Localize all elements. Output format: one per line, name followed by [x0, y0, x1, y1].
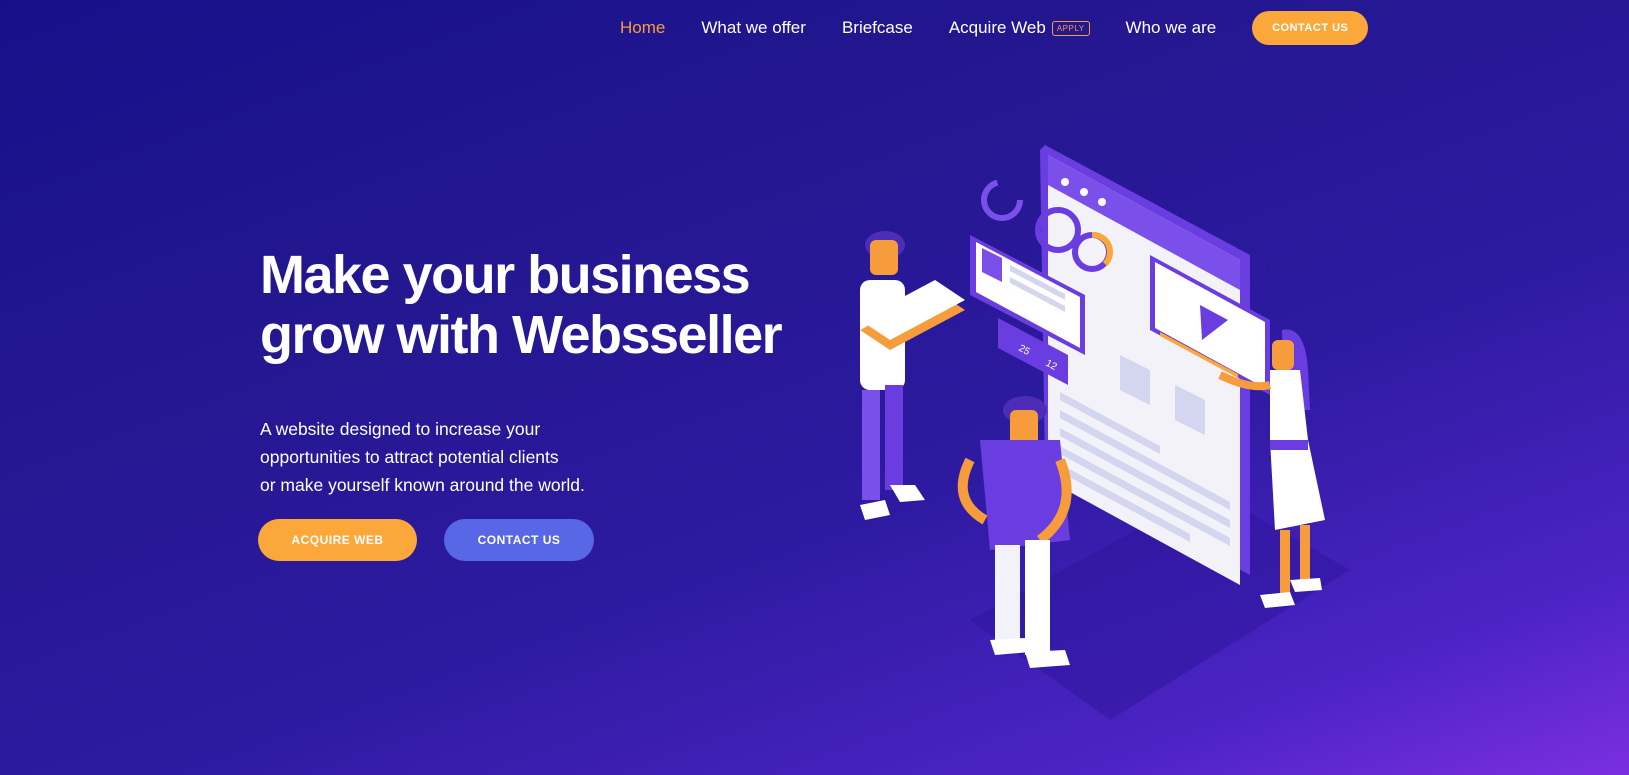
hero-section: Make your business grow with Websseller … — [258, 245, 820, 561]
contact-us-button[interactable]: CONTACT US — [444, 519, 594, 561]
nav-acquire-web-label: Acquire Web — [948, 18, 1046, 37]
nav-who-we-are[interactable]: Who we are — [1126, 18, 1217, 38]
nav-home[interactable]: Home — [620, 18, 665, 38]
top-nav: Home What we offer Briefcase Acquire Web… — [620, 11, 1369, 45]
hero-title: Make your business grow with Websseller — [260, 245, 820, 365]
hero-description-line1: A website designed to increase your — [260, 419, 541, 439]
apply-badge: APPLY — [1051, 20, 1090, 36]
hero-title-line2: grow with Websseller — [260, 305, 783, 365]
hero-description-line2: opportunities to attract potential clien… — [260, 447, 559, 467]
hero-illustration: 25 12 — [860, 145, 1350, 720]
hero-description-line3: or make yourself known around the world. — [260, 475, 585, 495]
nav-briefcase[interactable]: Briefcase — [842, 18, 913, 38]
person-left-illustration — [860, 231, 965, 520]
acquire-web-button[interactable]: ACQUIRE WEB — [258, 519, 417, 561]
page: Home What we offer Briefcase Acquire Web… — [0, 0, 1629, 775]
nav-acquire-web[interactable]: Acquire Web APPLY — [949, 18, 1090, 38]
nav-what-we-offer[interactable]: What we offer — [701, 18, 806, 38]
nav-contact-button[interactable]: CONTACT US — [1252, 11, 1369, 45]
hero-buttons: ACQUIRE WEB CONTACT US — [258, 519, 820, 561]
hero-title-line1: Make your business — [260, 245, 751, 305]
hero-description: A website designed to increase your oppo… — [260, 415, 620, 499]
